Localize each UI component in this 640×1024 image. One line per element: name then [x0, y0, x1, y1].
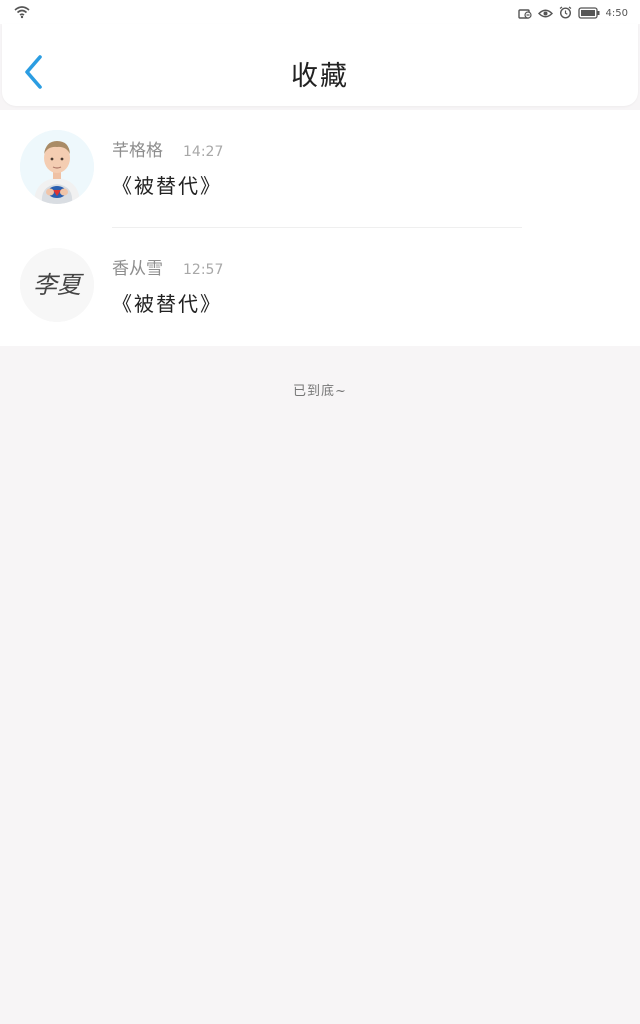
timestamp: 14:27 — [183, 144, 224, 160]
avatar[interactable]: 李夏 — [20, 248, 94, 322]
svg-text:李夏: 李夏 — [33, 271, 84, 299]
status-bar: 4:50 — [0, 0, 640, 24]
username: 香从雪 — [112, 259, 163, 279]
item-title: 《被替代》 — [112, 292, 222, 316]
favorites-list: 芊格格 14:27 《被替代》 李夏 香从雪 12:57 《被替代》 — [0, 110, 640, 346]
wifi-icon — [14, 4, 30, 23]
child-photo-avatar — [20, 130, 94, 204]
item-title: 《被替代》 — [112, 174, 222, 198]
notification-icon — [517, 4, 532, 23]
username: 芊格格 — [112, 141, 163, 161]
signature-avatar: 李夏 — [20, 248, 94, 322]
alarm-icon — [559, 4, 572, 23]
header-bar: 收藏 — [2, 24, 638, 106]
end-of-list-text: 已到底~ — [293, 384, 347, 399]
list-item[interactable]: 芊格格 14:27 《被替代》 — [0, 110, 640, 228]
page-title: 收藏 — [291, 61, 349, 92]
status-time: 4:50 — [605, 8, 628, 19]
avatar[interactable] — [20, 130, 94, 204]
battery-icon — [577, 4, 600, 23]
list-item[interactable]: 李夏 香从雪 12:57 《被替代》 — [0, 228, 640, 346]
timestamp: 12:57 — [183, 262, 224, 278]
eye-icon — [537, 4, 553, 23]
